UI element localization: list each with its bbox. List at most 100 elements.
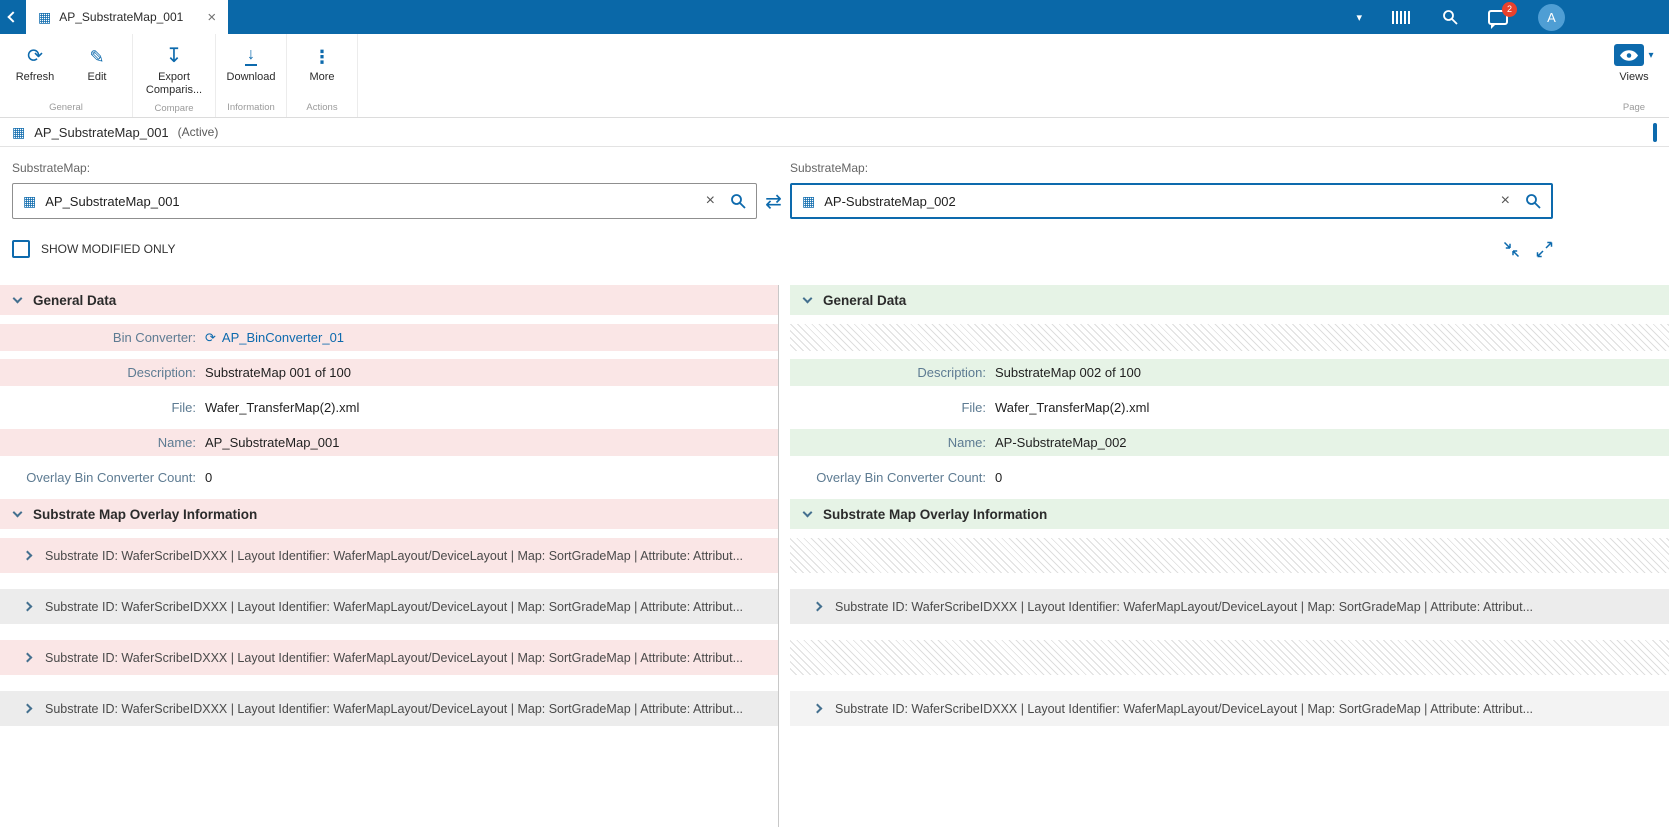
clear-icon[interactable]: × xyxy=(1495,193,1516,209)
overlay-row-text: Substrate ID: WaferScribeIDXXX | Layout … xyxy=(45,650,744,665)
right-substratemap-input[interactable]: ▦ AP-SubstrateMap_002 × xyxy=(790,183,1553,219)
chevron-right-icon xyxy=(812,601,823,612)
more-button[interactable]: ⋮ More xyxy=(293,42,351,98)
show-modified-checkbox[interactable] xyxy=(12,240,30,258)
global-search-icon[interactable] xyxy=(1442,9,1458,25)
tab-close-icon[interactable]: × xyxy=(207,10,216,25)
barcode-scan-icon[interactable] xyxy=(1392,10,1412,24)
layout-panel-icon[interactable] xyxy=(1653,122,1657,142)
topbar-actions: ▾ 2 A xyxy=(1356,0,1669,34)
views-button[interactable]: ▾ Views xyxy=(1605,42,1663,98)
clear-icon[interactable]: × xyxy=(700,193,721,209)
ribbon-group-compare: ↧ Export Comparis... Compare xyxy=(133,34,216,117)
topbar: ▦ AP_SubstrateMap_001 × ▾ 2 A xyxy=(0,0,1669,34)
expand-all-icon[interactable] xyxy=(1536,241,1553,258)
entity-link-icon: ⟳ xyxy=(205,329,216,345)
ribbon-group-general: ⟳ Refresh ✎ Edit General xyxy=(0,34,133,117)
group-label-general: General xyxy=(49,102,83,113)
group-label-page: Page xyxy=(1622,102,1646,113)
overlay-row[interactable]: Substrate ID: WaferScribeIDXXX | Layout … xyxy=(0,538,778,573)
left-substratemap-input[interactable]: ▦ AP_SubstrateMap_001 × xyxy=(12,183,757,219)
status-badge: (Active) xyxy=(177,125,219,139)
section-general-data-left[interactable]: General Data xyxy=(0,285,778,315)
pagebar-actions xyxy=(1653,122,1657,142)
ribbon-group-page: ▾ Views Page xyxy=(1599,34,1669,117)
right-selector: SubstrateMap: ▦ AP-SubstrateMap_002 × xyxy=(790,161,1553,219)
edit-icon: ✎ xyxy=(89,47,105,67)
overlay-row[interactable]: Substrate ID: WaferScribeIDXXX | Layout … xyxy=(0,691,778,726)
right-substratemap-value: AP-SubstrateMap_002 xyxy=(824,193,956,209)
chevron-right-icon xyxy=(22,703,33,714)
collapse-expand-controls xyxy=(1503,241,1553,258)
field-value: 0 xyxy=(205,470,213,485)
export-comparison-label: Export Comparis... xyxy=(145,71,203,97)
more-icon: ⋮ xyxy=(313,47,331,67)
comparison-area: General Data Bin Converter: ⟳ AP_BinConv… xyxy=(0,285,1669,827)
chevron-right-icon xyxy=(812,703,823,714)
field-row-overlay-count: Overlay Bin Converter Count: 0 xyxy=(0,464,778,491)
section-title: General Data xyxy=(823,292,907,308)
bin-converter-link[interactable]: ⟳ AP_BinConverter_01 xyxy=(205,330,344,346)
refresh-button[interactable]: ⟳ Refresh xyxy=(6,42,64,98)
missing-row-hatched xyxy=(790,538,1669,573)
field-row-description: Description: SubstrateMap 002 of 100 xyxy=(790,359,1669,386)
overlay-row-text: Substrate ID: WaferScribeIDXXX | Layout … xyxy=(45,599,744,614)
views-caret-icon: ▾ xyxy=(1648,49,1654,61)
edit-label: Edit xyxy=(87,71,107,83)
more-label: More xyxy=(309,71,335,83)
field-value: 0 xyxy=(995,470,1003,485)
back-button[interactable] xyxy=(0,0,26,34)
export-comparison-button[interactable]: ↧ Export Comparis... xyxy=(139,42,209,99)
field-value: AP_BinConverter_01 xyxy=(221,330,345,345)
field-label: Overlay Bin Converter Count: xyxy=(26,470,196,485)
refresh-label: Refresh xyxy=(15,71,55,83)
overlay-row[interactable]: Substrate ID: WaferScribeIDXXX | Layout … xyxy=(790,589,1669,624)
section-overlay-info-left[interactable]: Substrate Map Overlay Information xyxy=(0,499,778,529)
field-label: Name: xyxy=(157,435,196,450)
field-row-file: File: Wafer_TransferMap(2).xml xyxy=(0,394,778,421)
comparison-selector: SubstrateMap: ▦ AP_SubstrateMap_001 × ⇄ … xyxy=(0,147,1669,219)
search-icon[interactable] xyxy=(730,193,746,209)
views-label: Views xyxy=(1619,71,1649,83)
overlay-row[interactable]: Substrate ID: WaferScribeIDXXX | Layout … xyxy=(0,589,778,624)
refresh-icon: ⟳ xyxy=(27,46,43,67)
swap-icon[interactable]: ⇄ xyxy=(765,189,782,214)
edit-button[interactable]: ✎ Edit xyxy=(68,42,126,98)
group-label-actions: Actions xyxy=(306,102,338,113)
section-general-data-right[interactable]: General Data xyxy=(790,285,1669,315)
chevron-down-icon xyxy=(802,293,813,304)
ribbon-group-actions: ⋮ More Actions xyxy=(287,34,358,117)
field-label: File: xyxy=(171,400,196,415)
section-overlay-info-right[interactable]: Substrate Map Overlay Information xyxy=(790,499,1669,529)
right-panel: General Data Description: SubstrateMap 0… xyxy=(779,285,1669,742)
missing-row-hatched xyxy=(790,324,1669,351)
field-value: SubstrateMap 001 of 100 xyxy=(205,365,351,380)
chevron-down-icon xyxy=(802,507,813,518)
section-title: Substrate Map Overlay Information xyxy=(33,506,258,522)
overlay-row[interactable]: Substrate ID: WaferScribeIDXXX | Layout … xyxy=(0,640,778,675)
download-button[interactable]: ↓ Download xyxy=(222,42,280,98)
messages-icon[interactable]: 2 xyxy=(1488,1,1517,29)
substratemap-icon: ▦ xyxy=(802,193,816,209)
group-label-compare: Compare xyxy=(154,103,194,115)
notification-badge: 2 xyxy=(1502,1,1517,17)
download-icon: ↓ xyxy=(245,44,257,66)
page-title: AP_SubstrateMap_001 xyxy=(34,124,169,140)
overlay-row[interactable]: Substrate ID: WaferScribeIDXXX | Layout … xyxy=(790,691,1669,726)
chevron-down-icon xyxy=(12,293,23,304)
left-selector-label: SubstrateMap: xyxy=(12,161,91,175)
search-icon[interactable] xyxy=(1525,193,1541,209)
tab-substratemap[interactable]: ▦ AP_SubstrateMap_001 × xyxy=(26,0,229,34)
ribbon-spacer xyxy=(358,34,1599,117)
chevron-right-icon xyxy=(22,601,33,612)
collapse-all-icon[interactable] xyxy=(1503,241,1520,258)
field-value: Wafer_TransferMap(2).xml xyxy=(205,400,360,415)
field-label: Bin Converter: xyxy=(112,330,196,345)
field-row-name: Name: AP-SubstrateMap_002 xyxy=(790,429,1669,456)
topbar-dropdown-caret-icon[interactable]: ▾ xyxy=(1356,11,1362,24)
avatar[interactable]: A xyxy=(1538,3,1565,31)
download-label: Download xyxy=(226,71,276,83)
field-row-description: Description: SubstrateMap 001 of 100 xyxy=(0,359,778,386)
section-title: Substrate Map Overlay Information xyxy=(823,506,1048,522)
filter-row: SHOW MODIFIED ONLY xyxy=(12,239,1657,259)
